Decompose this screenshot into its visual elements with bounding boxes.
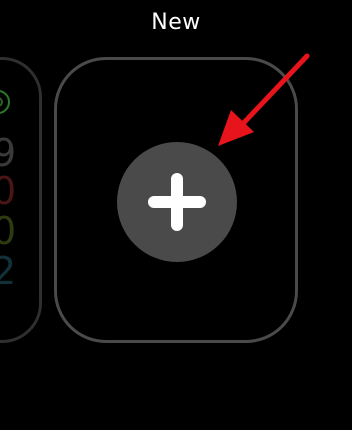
activity-ring-inner [0, 97, 3, 107]
plus-icon-vertical [171, 173, 183, 231]
time-digit-1: 9 [0, 131, 17, 175]
time-digit-2: 0 [0, 169, 17, 213]
watch-face-gallery: New 9 0 0 2 [0, 0, 352, 430]
time-digit-4: 2 [0, 249, 17, 293]
add-face-button[interactable] [117, 142, 237, 262]
page-title: New [151, 10, 201, 35]
time-digit-3: 0 [0, 209, 17, 253]
